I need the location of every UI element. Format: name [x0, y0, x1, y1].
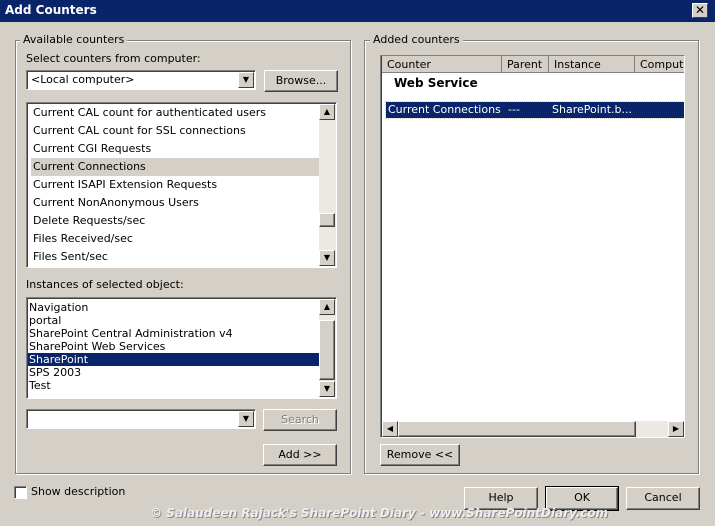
- list-item[interactable]: Current CAL count for SSL connections: [33, 122, 246, 140]
- table-row[interactable]: Current Connections --- SharePoint.b...: [385, 101, 684, 119]
- available-counters-legend: Available counters: [20, 33, 128, 46]
- list-item[interactable]: portal: [29, 314, 61, 327]
- list-item[interactable]: Current ISAPI Extension Requests: [33, 176, 217, 194]
- search-button[interactable]: Search: [263, 409, 337, 431]
- added-counters-table[interactable]: Counter Parent Instance Computer Web Ser…: [380, 55, 685, 438]
- scroll-left-icon[interactable]: ◀: [382, 421, 398, 437]
- list-item[interactable]: Current CGI Requests: [33, 140, 151, 158]
- list-item[interactable]: Current CAL count for authenticated user…: [33, 104, 266, 122]
- list-item-selected[interactable]: Current Connections: [31, 158, 319, 176]
- scroll-thumb[interactable]: [319, 320, 335, 380]
- add-button[interactable]: Add >>: [263, 444, 337, 466]
- instances-list[interactable]: Navigation portal SharePoint Central Adm…: [26, 297, 337, 399]
- column-header-instance[interactable]: Instance: [549, 56, 635, 73]
- list-item[interactable]: Current NonAnonymous Users: [33, 194, 199, 212]
- table-cell-instance: SharePoint.b...: [552, 103, 633, 116]
- list-item[interactable]: Files Received/sec: [33, 230, 133, 248]
- scroll-up-icon[interactable]: ▲: [319, 299, 335, 315]
- list-item-selected[interactable]: SharePoint: [28, 353, 319, 366]
- scroll-thumb[interactable]: [319, 213, 335, 227]
- table-cell-parent: ---: [508, 103, 520, 116]
- close-button[interactable]: ✕: [692, 3, 708, 18]
- counter-list-scrollbar[interactable]: [319, 104, 336, 266]
- scroll-thumb[interactable]: [398, 421, 636, 437]
- instances-label: Instances of selected object:: [26, 278, 184, 291]
- browse-button[interactable]: Browse...: [264, 70, 338, 92]
- watermark: © Salaudeen Rajack's SharePoint Diary - …: [150, 506, 609, 520]
- window-title: Add Counters: [5, 3, 97, 17]
- show-description-checkbox[interactable]: [14, 486, 27, 499]
- scroll-down-icon[interactable]: ▼: [319, 250, 335, 266]
- remove-button[interactable]: Remove <<: [380, 444, 460, 466]
- list-item[interactable]: SPS 2003: [29, 366, 81, 379]
- object-group-heading: Web Service: [394, 76, 478, 90]
- computer-dropdown-value: <Local computer>: [31, 73, 135, 86]
- computer-dropdown[interactable]: <Local computer> ▼: [26, 70, 256, 90]
- search-dropdown[interactable]: ▼: [26, 409, 256, 429]
- list-item[interactable]: SharePoint Central Administration v4: [29, 327, 233, 340]
- scroll-down-icon[interactable]: ▼: [319, 381, 335, 397]
- column-header-counter[interactable]: Counter: [382, 56, 502, 73]
- list-item[interactable]: Navigation: [29, 301, 88, 314]
- cancel-button[interactable]: Cancel: [626, 487, 700, 510]
- chevron-down-icon[interactable]: ▼: [238, 72, 254, 88]
- title-bar[interactable]: [0, 0, 715, 22]
- list-item[interactable]: Test: [29, 379, 51, 392]
- column-header-parent[interactable]: Parent: [502, 56, 549, 73]
- chevron-down-icon[interactable]: ▼: [238, 411, 254, 427]
- table-cell-counter: Current Connections: [388, 103, 501, 116]
- list-item[interactable]: Files Sent/sec: [33, 248, 108, 266]
- column-header-computer[interactable]: Computer: [635, 56, 684, 73]
- select-computer-label: Select counters from computer:: [26, 52, 201, 65]
- scroll-up-icon[interactable]: ▲: [319, 104, 335, 120]
- show-description-label[interactable]: Show description: [31, 485, 125, 498]
- added-counters-legend: Added counters: [370, 33, 463, 46]
- list-item[interactable]: SharePoint Web Services: [29, 340, 165, 353]
- counter-list[interactable]: Current CAL count for authenticated user…: [26, 102, 337, 268]
- list-item[interactable]: Delete Requests/sec: [33, 212, 145, 230]
- scroll-right-icon[interactable]: ▶: [668, 421, 684, 437]
